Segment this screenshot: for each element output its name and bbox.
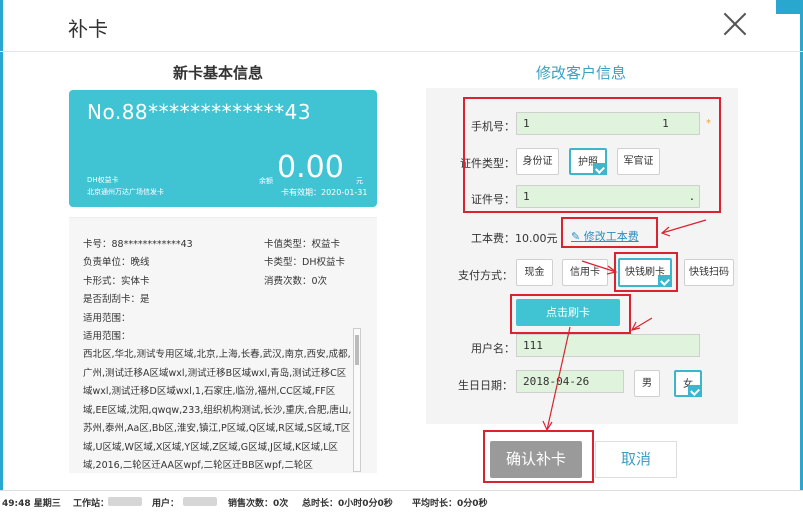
status-avg-time: 平均时长：0分0秒 [412, 499, 488, 509]
status-time: 49:48 星期三 [2, 499, 61, 509]
arrow-to-confirm [546, 326, 571, 431]
status-total-time: 总时长：0小时0分0秒 [302, 499, 393, 509]
status-user-redacted [183, 497, 217, 506]
arrow-to-fee [661, 219, 707, 234]
status-sales-count: 销售次数：0次 [228, 499, 289, 509]
arrow-to-pay [581, 260, 617, 273]
status-user-label: 用户： [152, 499, 180, 509]
replace-card-dialog: 补卡 新卡基本信息 修改客户信息 No.88*************43 DH… [0, 0, 803, 512]
status-station-redacted [108, 497, 142, 506]
annotation-arrows [542, 219, 707, 432]
status-station-label: 工作站： [73, 499, 110, 509]
status-bar: 49:48 星期三 工作站： 用户： 销售次数：0次 总时长：0小时0分0秒 平… [0, 490, 803, 512]
